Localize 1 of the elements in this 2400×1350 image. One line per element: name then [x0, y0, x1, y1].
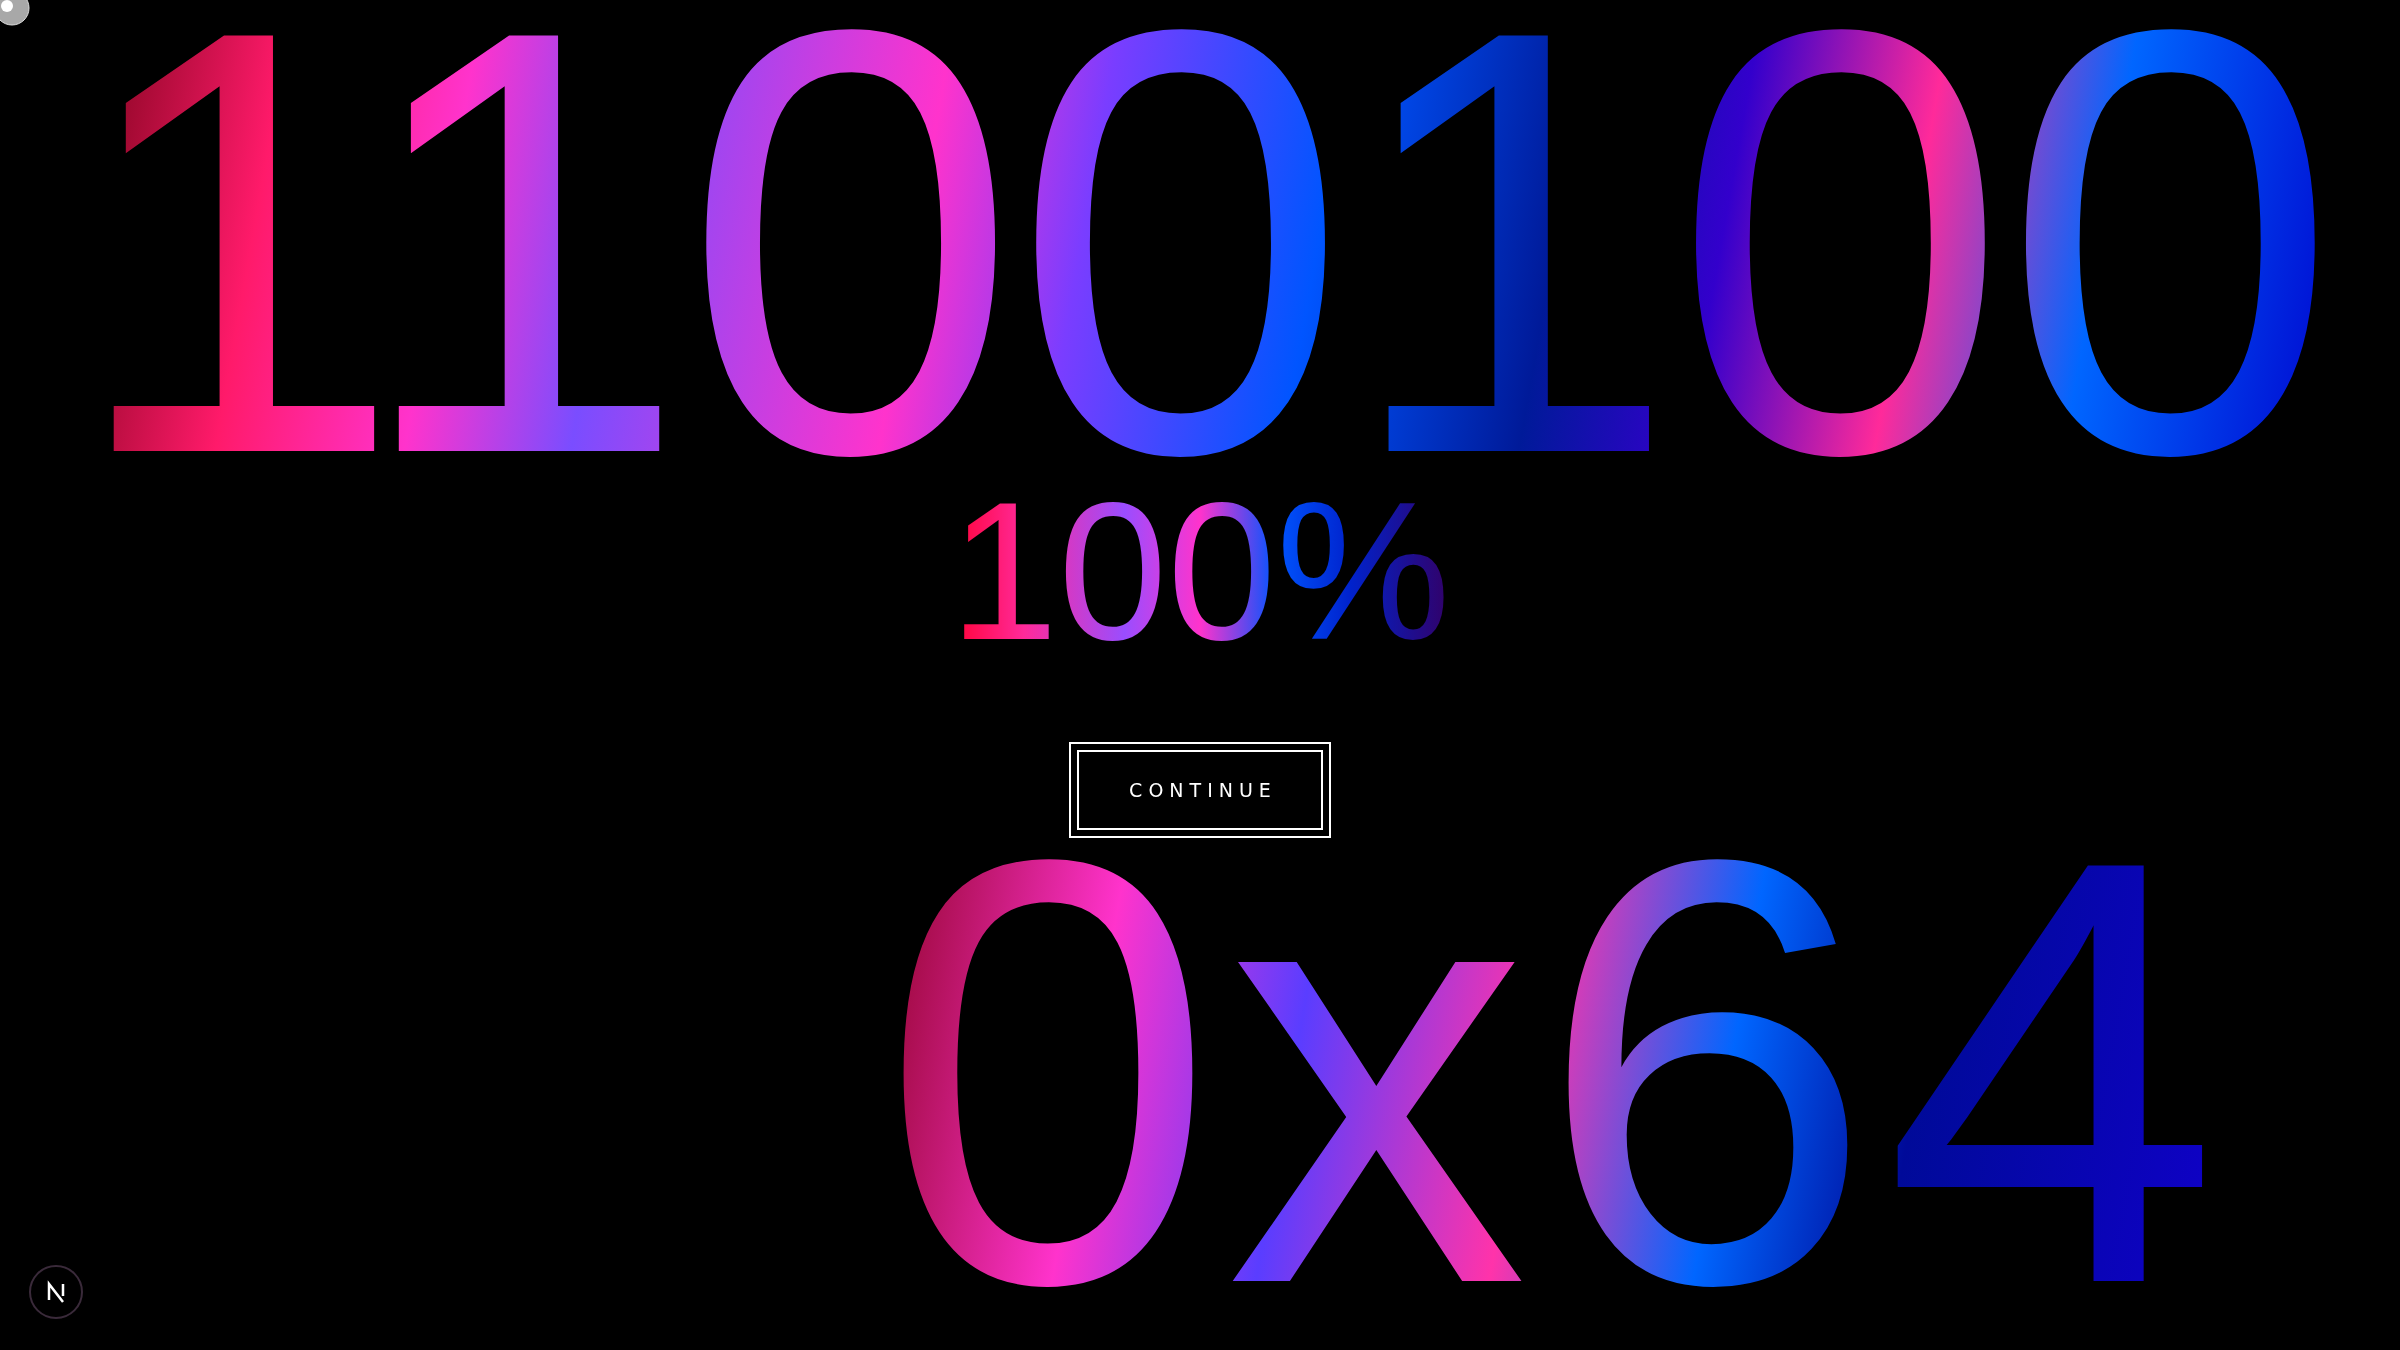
logo-icon[interactable]	[28, 1264, 84, 1320]
